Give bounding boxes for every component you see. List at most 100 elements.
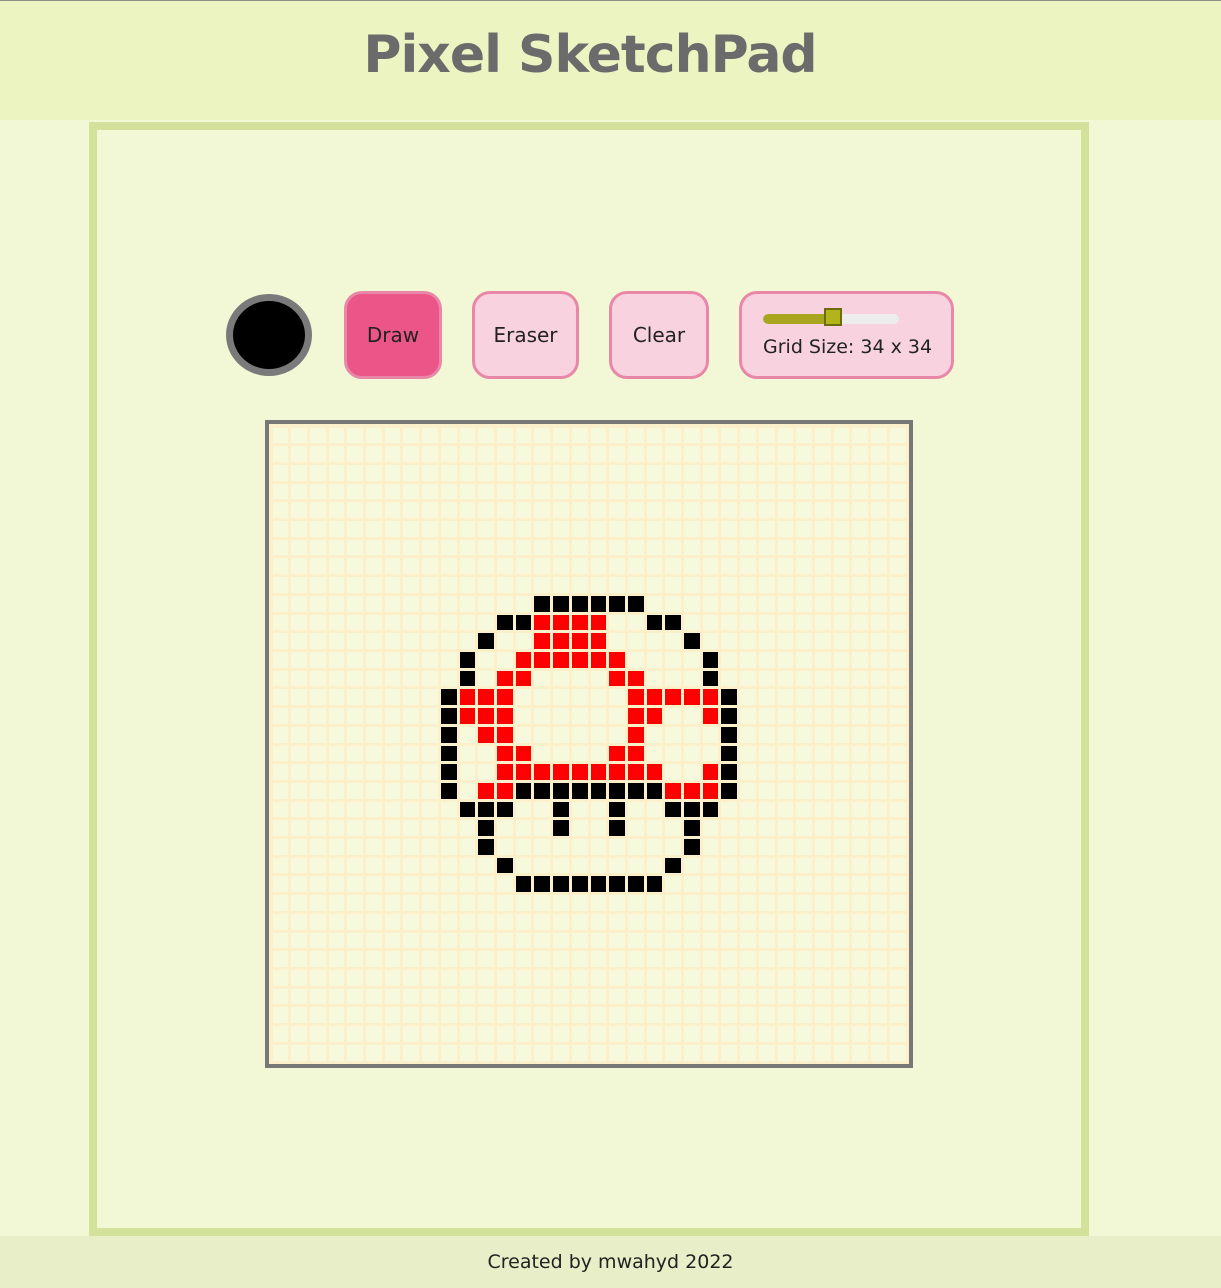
- grid-cell[interactable]: [553, 502, 569, 519]
- grid-cell[interactable]: [721, 689, 738, 706]
- grid-cell[interactable]: [814, 502, 831, 519]
- grid-cell[interactable]: [309, 614, 326, 631]
- grid-cell[interactable]: [758, 1007, 775, 1024]
- grid-cell[interactable]: [291, 969, 307, 986]
- grid-cell[interactable]: [684, 782, 700, 799]
- grid-cell[interactable]: [347, 764, 364, 780]
- grid-cell[interactable]: [721, 876, 738, 893]
- grid-cell[interactable]: [272, 1044, 289, 1061]
- grid-cell[interactable]: [291, 839, 307, 855]
- grid-cell[interactable]: [496, 951, 513, 967]
- grid-cell[interactable]: [553, 689, 569, 706]
- grid-cell[interactable]: [422, 1026, 438, 1042]
- grid-cell[interactable]: [627, 913, 644, 930]
- grid-cell[interactable]: [721, 969, 738, 986]
- grid-cell[interactable]: [478, 764, 494, 780]
- grid-cell[interactable]: [328, 951, 345, 967]
- grid-cell[interactable]: [609, 1007, 625, 1024]
- grid-cell[interactable]: [384, 483, 401, 500]
- grid-cell[interactable]: [571, 708, 588, 724]
- grid-cell[interactable]: [291, 1044, 307, 1061]
- grid-cell[interactable]: [553, 651, 569, 668]
- grid-cell[interactable]: [796, 446, 812, 462]
- grid-cell[interactable]: [309, 558, 326, 575]
- grid-cell[interactable]: [796, 876, 812, 893]
- grid-cell[interactable]: [627, 745, 644, 762]
- grid-cell[interactable]: [403, 913, 420, 930]
- grid-cell[interactable]: [665, 782, 682, 799]
- grid-cell[interactable]: [871, 446, 887, 462]
- grid-cell[interactable]: [590, 502, 607, 519]
- grid-cell[interactable]: [328, 1007, 345, 1024]
- grid-cell[interactable]: [347, 670, 364, 687]
- grid-cell[interactable]: [384, 446, 401, 462]
- grid-cell[interactable]: [403, 745, 420, 762]
- grid-cell[interactable]: [553, 1044, 569, 1061]
- grid-cell[interactable]: [796, 839, 812, 855]
- grid-cell[interactable]: [291, 1026, 307, 1042]
- grid-cell[interactable]: [758, 446, 775, 462]
- grid-cell[interactable]: [665, 539, 682, 556]
- grid-cell[interactable]: [366, 745, 382, 762]
- grid-cell[interactable]: [627, 464, 644, 481]
- grid-cell[interactable]: [852, 876, 869, 893]
- grid-cell[interactable]: [440, 951, 457, 967]
- grid-cell[interactable]: [459, 782, 476, 799]
- grid-cell[interactable]: [758, 651, 775, 668]
- grid-cell[interactable]: [440, 1044, 457, 1061]
- grid-cell[interactable]: [422, 913, 438, 930]
- grid-cell[interactable]: [272, 558, 289, 575]
- grid-cell[interactable]: [627, 764, 644, 780]
- grid-cell[interactable]: [814, 726, 831, 743]
- grid-cell[interactable]: [684, 521, 700, 537]
- grid-cell[interactable]: [571, 595, 588, 612]
- grid-cell[interactable]: [590, 951, 607, 967]
- grid-cell[interactable]: [702, 502, 719, 519]
- grid-cell[interactable]: [272, 932, 289, 949]
- grid-cell[interactable]: [871, 913, 887, 930]
- grid-cell[interactable]: [609, 1026, 625, 1042]
- grid-cell[interactable]: [871, 1026, 887, 1042]
- grid-cell[interactable]: [721, 951, 738, 967]
- grid-cell[interactable]: [852, 782, 869, 799]
- grid-cell[interactable]: [440, 801, 457, 818]
- grid-cell[interactable]: [422, 539, 438, 556]
- grid-cell[interactable]: [571, 895, 588, 911]
- grid-cell[interactable]: [684, 427, 700, 444]
- grid-cell[interactable]: [571, 446, 588, 462]
- grid-cell[interactable]: [665, 1026, 682, 1042]
- grid-cell[interactable]: [702, 764, 719, 780]
- grid-cell[interactable]: [328, 521, 345, 537]
- grid-cell[interactable]: [646, 1026, 663, 1042]
- grid-cell[interactable]: [272, 857, 289, 874]
- grid-cell[interactable]: [571, 988, 588, 1005]
- grid-cell[interactable]: [871, 876, 887, 893]
- grid-cell[interactable]: [440, 1007, 457, 1024]
- grid-cell[interactable]: [534, 1026, 551, 1042]
- grid-cell[interactable]: [796, 932, 812, 949]
- grid-cell[interactable]: [590, 539, 607, 556]
- grid-cell[interactable]: [291, 633, 307, 649]
- grid-cell[interactable]: [684, 670, 700, 687]
- grid-cell[interactable]: [328, 932, 345, 949]
- grid-cell[interactable]: [515, 876, 532, 893]
- grid-cell[interactable]: [590, 801, 607, 818]
- grid-cell[interactable]: [515, 951, 532, 967]
- grid-cell[interactable]: [496, 876, 513, 893]
- grid-cell[interactable]: [515, 932, 532, 949]
- grid-cell[interactable]: [609, 539, 625, 556]
- grid-cell[interactable]: [366, 483, 382, 500]
- grid-cell[interactable]: [328, 689, 345, 706]
- grid-cell[interactable]: [740, 577, 756, 593]
- grid-cell[interactable]: [777, 1044, 794, 1061]
- grid-cell[interactable]: [609, 633, 625, 649]
- grid-cell[interactable]: [796, 614, 812, 631]
- grid-cell[interactable]: [384, 951, 401, 967]
- grid-cell[interactable]: [702, 614, 719, 631]
- grid-cell[interactable]: [440, 689, 457, 706]
- grid-cell[interactable]: [684, 633, 700, 649]
- grid-cell[interactable]: [889, 839, 906, 855]
- grid-cell[interactable]: [889, 689, 906, 706]
- grid-cell[interactable]: [852, 483, 869, 500]
- grid-cell[interactable]: [609, 708, 625, 724]
